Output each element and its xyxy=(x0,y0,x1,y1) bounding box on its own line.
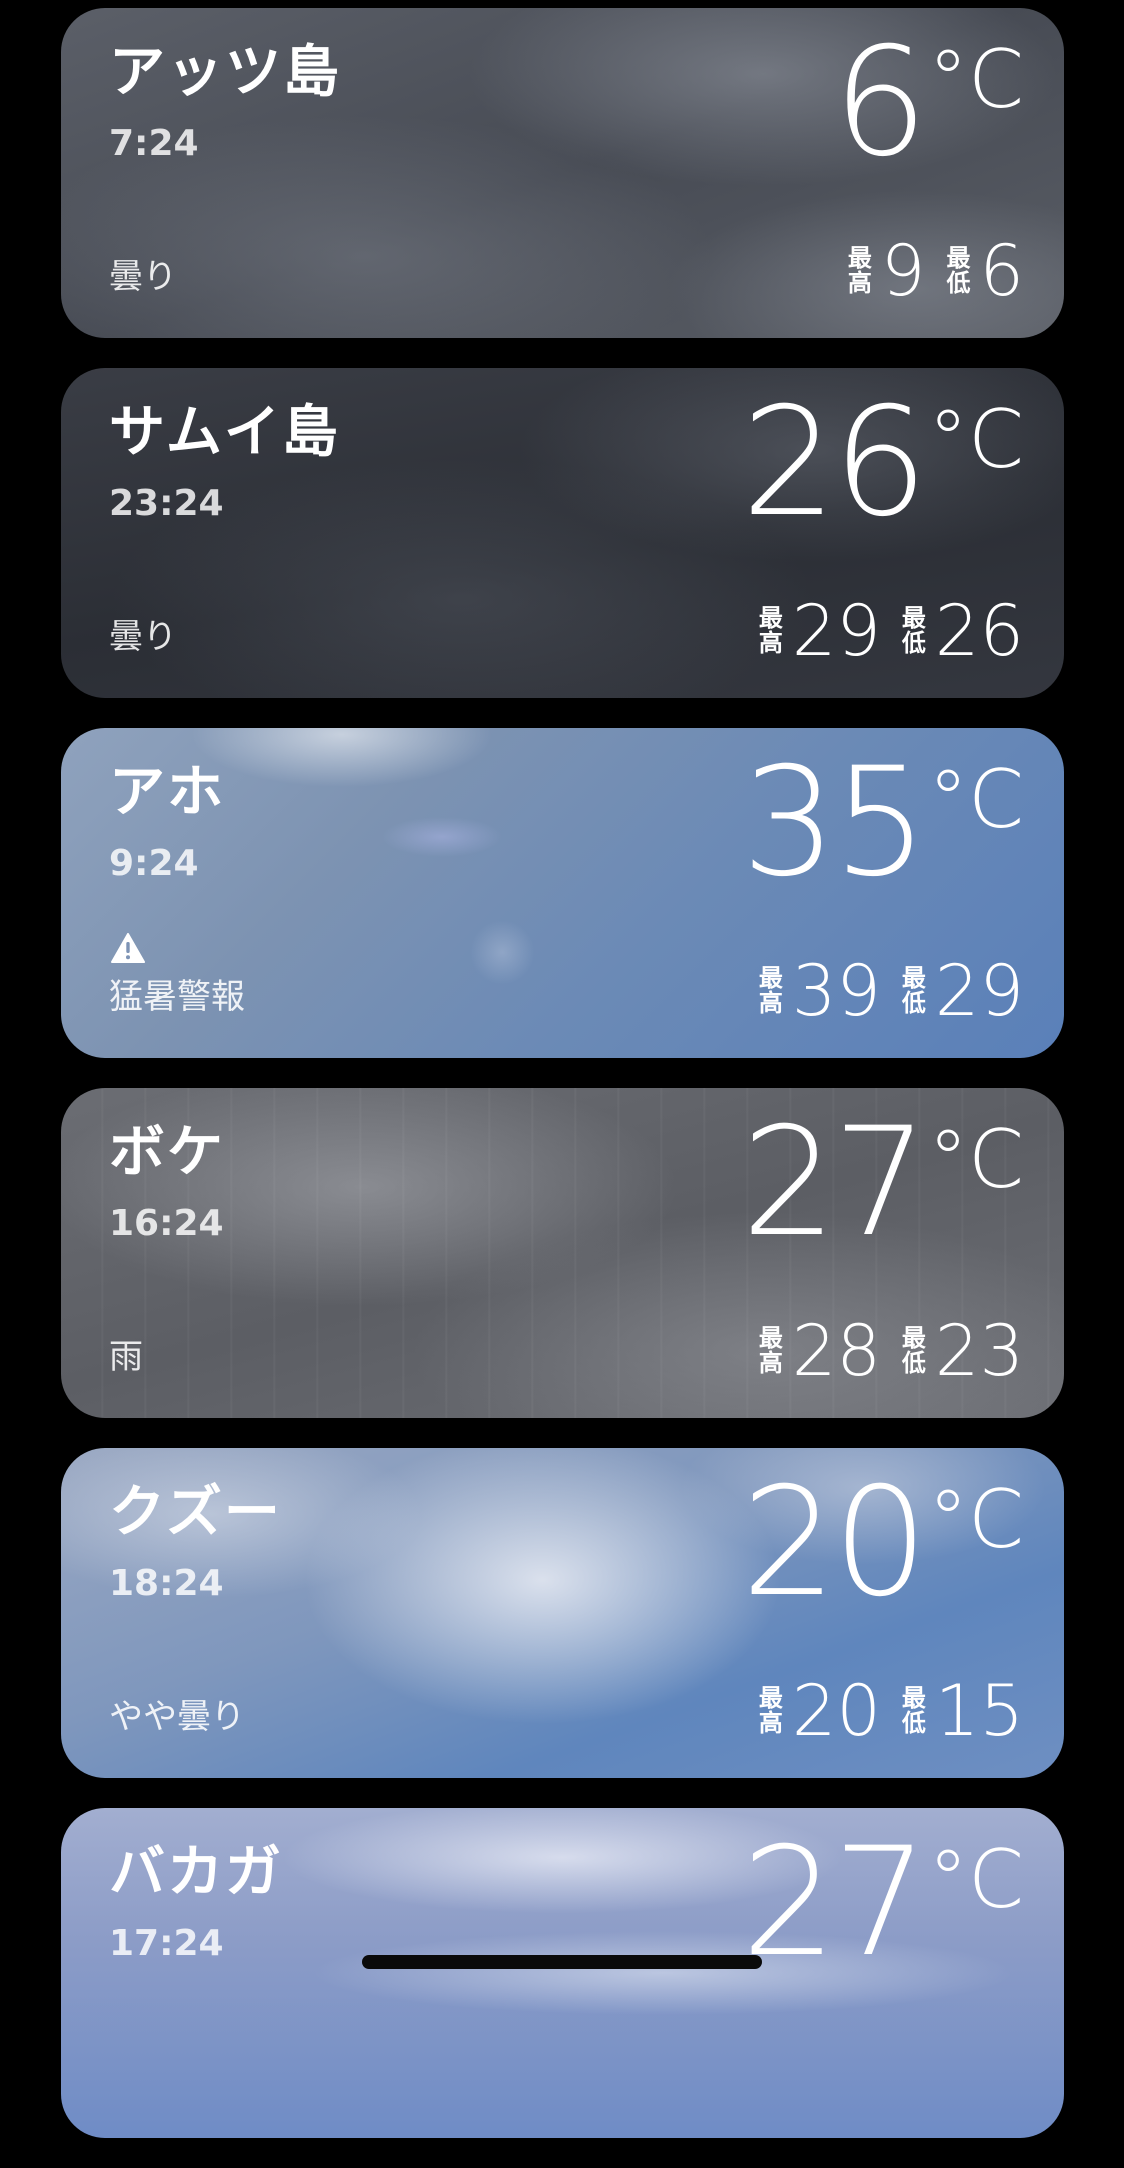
low-label: 最低 xyxy=(946,243,971,297)
high-label: 最高 xyxy=(758,603,783,657)
high-label: 最高 xyxy=(758,963,783,1017)
high-low: 最高 20 最低 15 xyxy=(758,1676,1024,1746)
high-value: 39 xyxy=(791,950,881,1032)
current-temperature: 6 °C xyxy=(833,28,1024,178)
location-card-4[interactable]: クズー 18:24 やや曇り 20 °C 最高 20 最低 15 xyxy=(61,1448,1064,1778)
local-time: 9:24 xyxy=(109,843,199,884)
local-time: 7:24 xyxy=(109,123,199,164)
high-label: 最高 xyxy=(758,1683,783,1737)
high-value: 20 xyxy=(791,1670,881,1752)
temperature-unit: °C xyxy=(928,1113,1024,1206)
low-label: 最低 xyxy=(901,1683,926,1737)
low-label: 最低 xyxy=(901,1323,926,1377)
current-temperature: 27 °C xyxy=(741,1108,1024,1258)
location-card-2[interactable]: アホ 9:24 猛暑警報 35 °C 最高 39 最低 29 xyxy=(61,728,1064,1058)
high-low: 最高 39 最低 29 xyxy=(758,956,1024,1026)
current-temperature: 35 °C xyxy=(741,748,1024,898)
temperature-value: 6 xyxy=(832,16,928,190)
temperature-unit: °C xyxy=(928,393,1024,486)
temperature-unit: °C xyxy=(928,753,1024,846)
current-temperature: 20 °C xyxy=(741,1468,1024,1618)
weather-location-list: アッツ島 7:24 曇り 6 °C 最高 9 最低 6 サムイ島 23:24 曇… xyxy=(61,8,1064,2168)
low-label: 最低 xyxy=(901,603,926,657)
low-value: 29 xyxy=(934,950,1024,1032)
city-name: ボケ xyxy=(109,1120,225,1185)
temperature-unit: °C xyxy=(928,1833,1024,1926)
temperature-value: 26 xyxy=(741,376,928,550)
city-name: バカガ xyxy=(109,1840,283,1905)
condition-text: やや曇り xyxy=(109,1697,245,1737)
local-time: 16:24 xyxy=(109,1203,224,1244)
city-name: サムイ島 xyxy=(109,400,340,465)
low-value: 23 xyxy=(934,1310,1024,1392)
heat-alert-text: 猛暑警報 xyxy=(109,977,245,1017)
city-name: アホ xyxy=(109,760,225,825)
temperature-value: 27 xyxy=(741,1816,928,1990)
local-time: 17:24 xyxy=(109,1923,224,1964)
warning-icon xyxy=(111,933,145,963)
high-value: 29 xyxy=(791,590,881,672)
location-card-0[interactable]: アッツ島 7:24 曇り 6 °C 最高 9 最低 6 xyxy=(61,8,1064,338)
temperature-unit: °C xyxy=(928,1473,1024,1566)
condition-text: 曇り xyxy=(109,257,177,297)
high-label: 最高 xyxy=(758,1323,783,1377)
high-low: 最高 9 最低 6 xyxy=(847,236,1024,306)
local-time: 23:24 xyxy=(109,483,224,524)
low-label: 最低 xyxy=(901,963,926,1017)
city-name: クズー xyxy=(109,1480,282,1545)
high-value: 28 xyxy=(791,1310,881,1392)
local-time: 18:24 xyxy=(109,1563,224,1604)
high-value: 9 xyxy=(880,230,926,312)
location-card-5[interactable]: バカガ 17:24 27 °C xyxy=(61,1808,1064,2138)
condition-text: 雨 xyxy=(109,1337,143,1377)
current-temperature: 27 °C xyxy=(741,1828,1024,1978)
high-low: 最高 28 最低 23 xyxy=(758,1316,1024,1386)
high-label: 最高 xyxy=(847,243,872,297)
temperature-unit: °C xyxy=(928,33,1024,126)
condition-text: 曇り xyxy=(109,617,177,657)
location-card-3[interactable]: ボケ 16:24 雨 27 °C 最高 28 最低 23 xyxy=(61,1088,1064,1418)
home-indicator[interactable] xyxy=(362,1955,762,1969)
temperature-value: 35 xyxy=(741,736,928,910)
high-low: 最高 29 最低 26 xyxy=(758,596,1024,666)
temperature-value: 27 xyxy=(741,1096,928,1270)
low-value: 15 xyxy=(934,1670,1024,1752)
temperature-value: 20 xyxy=(741,1456,928,1630)
current-temperature: 26 °C xyxy=(741,388,1024,538)
city-name: アッツ島 xyxy=(109,40,341,105)
low-value: 26 xyxy=(934,590,1024,672)
location-card-1[interactable]: サムイ島 23:24 曇り 26 °C 最高 29 最低 26 xyxy=(61,368,1064,698)
low-value: 6 xyxy=(979,230,1024,312)
